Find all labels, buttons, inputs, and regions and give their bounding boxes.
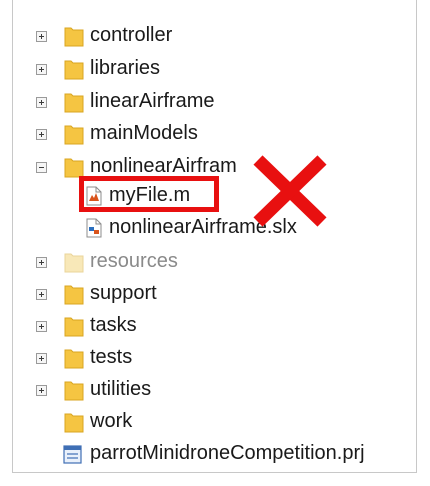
tree-item-label: linearAirframe <box>90 90 215 112</box>
expand-icon[interactable] <box>36 97 47 108</box>
tree-item-project-file[interactable]: parrotMinidroneCompetition.prj <box>13 438 413 470</box>
folder-icon <box>64 349 84 369</box>
tree-item-libraries[interactable]: libraries <box>13 53 413 85</box>
tree-item-tests[interactable]: tests <box>13 342 413 374</box>
tree-item-resources[interactable]: resources <box>13 246 413 278</box>
folder-icon <box>64 381 84 401</box>
tree-item-label: libraries <box>90 57 161 79</box>
folder-icon <box>64 317 84 337</box>
tree-item-label: nonlinearAirfram <box>90 155 237 177</box>
tree-item-label: resources <box>90 250 178 272</box>
tree-item-label: controller <box>90 24 173 46</box>
tree-item-controller[interactable]: controller <box>13 20 413 52</box>
tree-item-support[interactable]: support <box>13 278 413 310</box>
folder-icon <box>64 27 84 47</box>
tree-item-label: mainModels <box>90 122 198 144</box>
tree-item-mainmodels[interactable]: mainModels <box>13 118 413 150</box>
file-browser-panel: controller libraries linearAirframe main… <box>12 0 417 473</box>
folder-icon <box>64 125 84 145</box>
tree-item-label: support <box>90 282 157 304</box>
tree-item-label: tests <box>90 346 133 368</box>
folder-icon <box>64 93 84 113</box>
tree-item-work[interactable]: work <box>13 406 413 438</box>
project-file-icon <box>63 445 82 464</box>
tree-item-linearairframe[interactable]: linearAirframe <box>13 86 413 118</box>
folder-icon <box>64 158 84 178</box>
folder-icon <box>64 285 84 305</box>
folder-icon <box>64 60 84 80</box>
tree-item-utilities[interactable]: utilities <box>13 374 413 406</box>
expand-icon[interactable] <box>36 31 47 42</box>
tree-item-nonlinearairframe-slx[interactable]: nonlinearAirframe.slx <box>13 212 413 244</box>
expand-icon[interactable] <box>36 385 47 396</box>
folder-icon <box>64 413 84 433</box>
expand-icon[interactable] <box>36 353 47 364</box>
red-x-icon <box>253 155 327 227</box>
collapse-icon[interactable] <box>36 162 47 173</box>
expand-icon[interactable] <box>36 257 47 268</box>
tree-item-label: utilities <box>90 378 152 400</box>
expand-icon[interactable] <box>36 321 47 332</box>
tree-item-label: parrotMinidroneCompetition.prj <box>90 442 365 464</box>
folder-icon <box>64 253 84 273</box>
expand-icon[interactable] <box>36 289 47 300</box>
tree-item-label: work <box>90 410 133 432</box>
tree-item-tasks[interactable]: tasks <box>13 310 413 342</box>
simulink-model-icon <box>86 218 102 238</box>
expand-icon[interactable] <box>36 129 47 140</box>
highlight-box <box>79 176 219 212</box>
tree-item-label: tasks <box>90 314 137 336</box>
expand-icon[interactable] <box>36 64 47 75</box>
